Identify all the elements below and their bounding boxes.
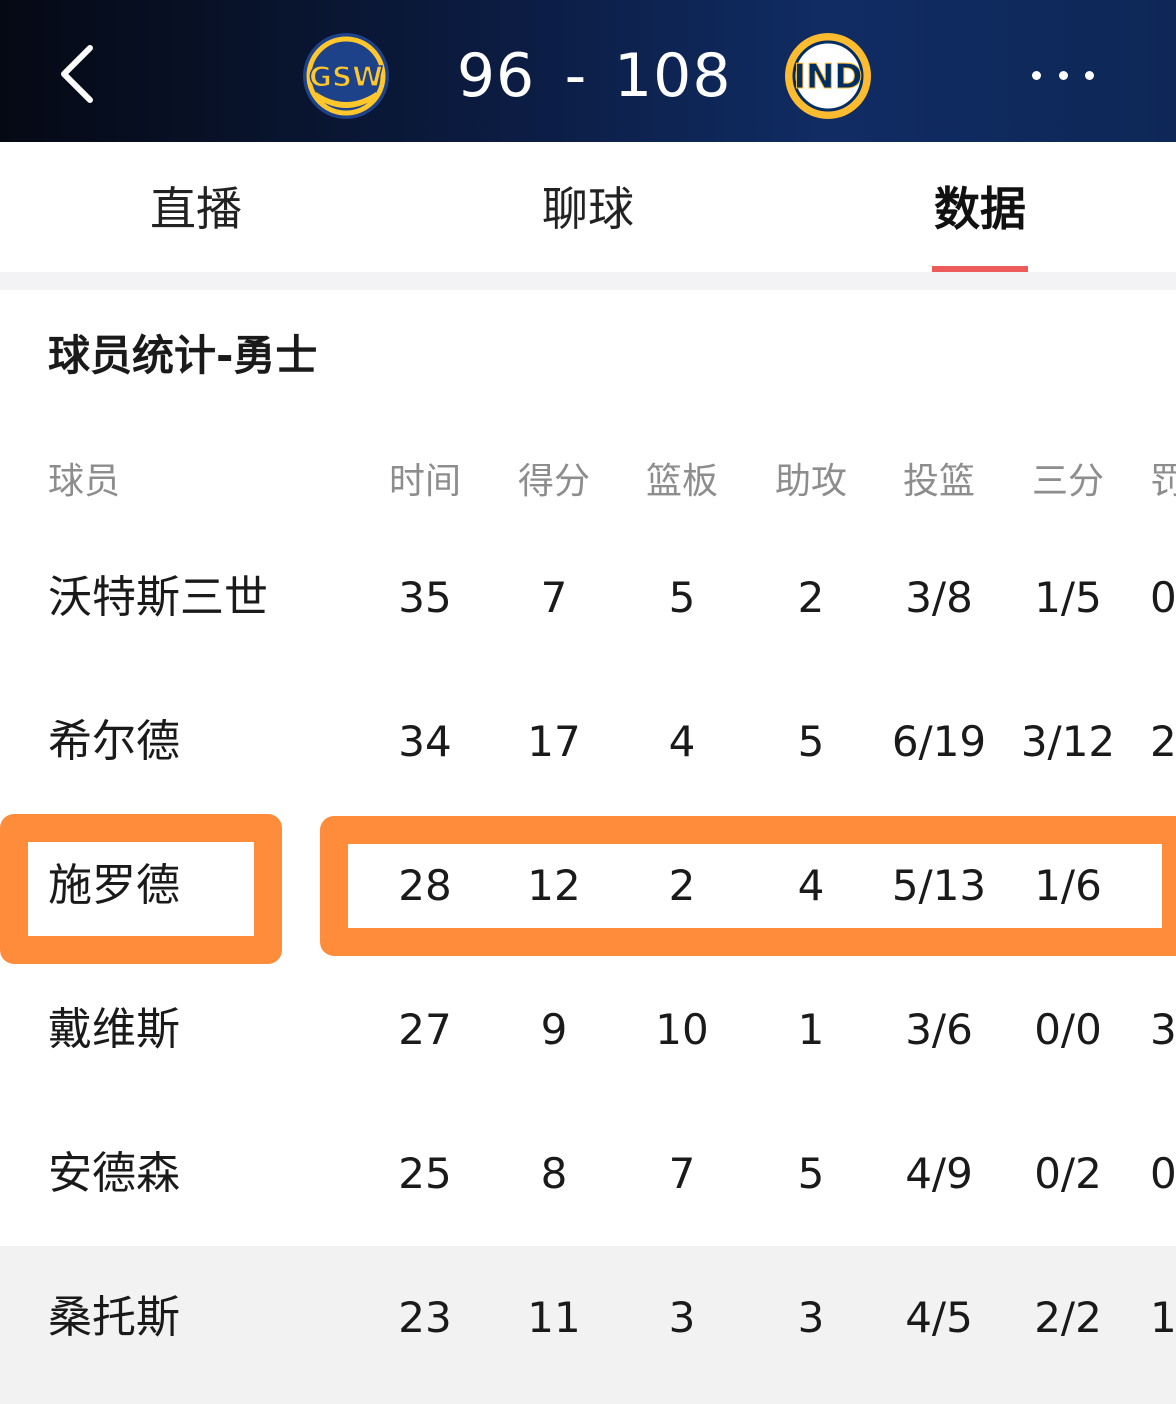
divider <box>0 272 1176 290</box>
stat-rebounds: 4 <box>668 717 696 766</box>
header-points[interactable]: 得分 <box>489 450 619 514</box>
stat-minutes: 23 <box>398 1293 452 1342</box>
stat-rebounds: 7 <box>668 1149 696 1198</box>
more-dot-icon <box>1085 70 1094 80</box>
header-free-throws[interactable]: 罚 <box>1150 450 1176 514</box>
tab-stats[interactable]: 数据 <box>880 174 1080 244</box>
table-row[interactable]: 戴维斯 27 9 10 1 3/6 0/0 3 <box>0 958 1176 1102</box>
stat-rebounds: 10 <box>655 1005 709 1054</box>
section-title: 球员统计-勇士 <box>48 331 318 380</box>
stat-three-pointers: 3/12 <box>1020 717 1116 766</box>
stat-three-pointers: 2/2 <box>1034 1293 1102 1342</box>
stat-field-goals: 4/5 <box>905 1293 973 1342</box>
stat-points: 11 <box>527 1293 581 1342</box>
player-name[interactable]: 桑托斯 <box>48 1246 308 1390</box>
home-score: 96 <box>456 41 536 111</box>
tab-bar: 直播 聊球 数据 <box>0 142 1176 274</box>
header-player[interactable]: 球员 <box>48 450 208 514</box>
gsw-logo[interactable]: GSW <box>302 32 390 120</box>
stat-field-goals: 5/13 <box>891 861 987 910</box>
table-row[interactable]: 希尔德 34 17 4 5 6/19 3/12 2 <box>0 670 1176 814</box>
score-separator: - <box>564 41 588 111</box>
stat-field-goals: 4/9 <box>905 1149 973 1198</box>
stat-minutes: 27 <box>398 1005 452 1054</box>
player-name[interactable]: 戴维斯 <box>48 958 308 1102</box>
stat-free-throws: 3 <box>1150 1005 1176 1054</box>
stat-assists: 5 <box>797 1149 825 1198</box>
tab-live[interactable]: 直播 <box>96 174 296 244</box>
stat-three-pointers: 1/6 <box>1034 861 1102 910</box>
more-options-button[interactable] <box>1028 50 1098 100</box>
table-row-highlighted[interactable]: 施罗德 28 12 2 4 5/13 1/6 <box>0 814 1176 958</box>
player-name[interactable]: 安德森 <box>48 1102 308 1246</box>
ind-logo[interactable]: IND <box>784 32 872 120</box>
stat-three-pointers: 0/2 <box>1034 1149 1102 1198</box>
tab-chat[interactable]: 聊球 <box>488 174 688 244</box>
stat-field-goals: 3/8 <box>905 573 973 622</box>
table-header: 球员 时间 得分 篮板 助攻 投篮 三分 罚 <box>0 450 1176 514</box>
header-rebounds[interactable]: 篮板 <box>617 450 747 514</box>
stat-points: 17 <box>527 717 581 766</box>
stat-points: 8 <box>540 1149 568 1198</box>
stat-assists: 5 <box>797 717 825 766</box>
header-assists[interactable]: 助攻 <box>746 450 876 514</box>
stat-minutes: 35 <box>398 573 452 622</box>
table-row[interactable]: 桑托斯 23 11 3 3 4/5 2/2 1 <box>0 1246 1176 1404</box>
player-name[interactable]: 沃特斯三世 <box>48 526 308 670</box>
player-name[interactable]: 希尔德 <box>48 670 308 814</box>
more-dot-icon <box>1032 70 1041 80</box>
stat-minutes: 34 <box>398 717 452 766</box>
stat-free-throws: 0 <box>1150 573 1176 622</box>
table-row[interactable]: 安德森 25 8 7 5 4/9 0/2 0 <box>0 1102 1176 1246</box>
stat-field-goals: 3/6 <box>905 1005 973 1054</box>
player-name[interactable]: 施罗德 <box>48 814 308 958</box>
stat-three-pointers: 1/5 <box>1034 573 1102 622</box>
header-field-goals[interactable]: 投篮 <box>874 450 1004 514</box>
svg-text:GSW: GSW <box>309 60 383 93</box>
stat-assists: 4 <box>797 861 825 910</box>
stat-points: 9 <box>540 1005 568 1054</box>
back-button[interactable] <box>50 38 110 108</box>
stat-minutes: 28 <box>398 861 452 910</box>
stat-rebounds: 3 <box>668 1293 696 1342</box>
more-dot-icon <box>1058 70 1068 80</box>
stat-points: 7 <box>540 573 568 622</box>
stat-free-throws: 2 <box>1150 717 1176 766</box>
game-header: GSW 96 - 108 IND <box>0 0 1176 142</box>
stat-minutes: 25 <box>398 1149 452 1198</box>
header-minutes[interactable]: 时间 <box>360 450 490 514</box>
stat-assists: 1 <box>797 1005 825 1054</box>
chevron-left-icon <box>61 45 93 103</box>
stat-field-goals: 6/19 <box>891 717 987 766</box>
stat-three-pointers: 0/0 <box>1034 1005 1102 1054</box>
stat-assists: 3 <box>797 1293 825 1342</box>
header-three-pointers[interactable]: 三分 <box>1003 450 1133 514</box>
stat-rebounds: 2 <box>668 861 696 910</box>
table-row[interactable]: 沃特斯三世 35 7 5 2 3/8 1/5 0 <box>0 526 1176 670</box>
stat-free-throws: 1 <box>1150 1293 1176 1342</box>
stat-assists: 2 <box>797 573 825 622</box>
stat-rebounds: 5 <box>668 573 696 622</box>
away-score: 108 <box>614 41 732 111</box>
stat-free-throws: 0 <box>1150 1149 1176 1198</box>
svg-text:IND: IND <box>793 57 862 97</box>
stat-points: 12 <box>527 861 581 910</box>
